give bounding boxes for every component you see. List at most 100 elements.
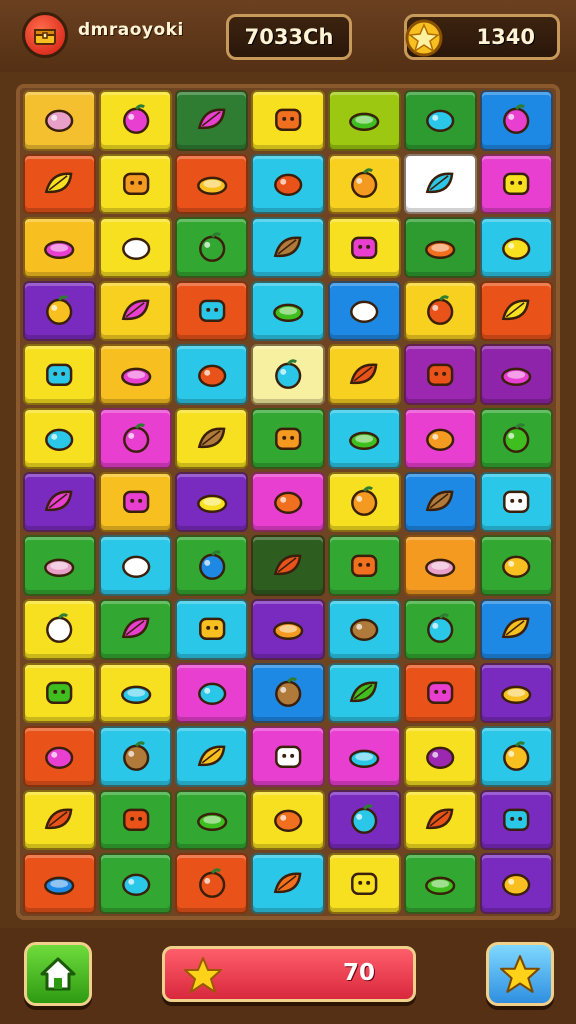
board-tile[interactable] [23, 535, 97, 596]
board-tile[interactable] [99, 789, 173, 851]
board-tile[interactable] [479, 153, 553, 215]
coin-counter[interactable]: 1340 [404, 14, 560, 60]
board-tile[interactable] [403, 598, 477, 660]
candy-piece-icon [427, 295, 454, 326]
board-tile[interactable] [175, 853, 249, 914]
board-tile[interactable] [479, 280, 553, 342]
board-tile[interactable] [479, 662, 553, 724]
board-tile[interactable] [23, 408, 97, 469]
board-tile[interactable] [23, 90, 97, 151]
board-tile[interactable] [251, 344, 325, 406]
board-tile[interactable] [23, 217, 97, 278]
board-tile[interactable] [479, 344, 553, 406]
board-tile[interactable] [99, 153, 173, 215]
board-tile[interactable] [251, 408, 325, 469]
board-tile[interactable] [327, 280, 401, 342]
board-tile[interactable] [99, 280, 173, 342]
board-tile[interactable] [403, 662, 477, 724]
board-tile[interactable] [327, 535, 401, 596]
board-tile[interactable] [327, 471, 401, 533]
board-tile[interactable] [479, 90, 553, 151]
board-tile[interactable] [175, 344, 249, 406]
board-tile[interactable] [327, 408, 401, 469]
board-tile[interactable] [403, 853, 477, 914]
board-tile[interactable] [23, 153, 97, 215]
board-tile[interactable] [479, 598, 553, 660]
board-tile[interactable] [175, 662, 249, 724]
board-tile[interactable] [23, 662, 97, 724]
board-tile[interactable] [99, 535, 173, 596]
board-tile[interactable] [479, 408, 553, 469]
board-tile[interactable] [479, 217, 553, 278]
board-tile[interactable] [23, 726, 97, 787]
board-tile[interactable] [479, 853, 553, 914]
candy-piece-icon [196, 176, 227, 196]
board-tile[interactable] [251, 280, 325, 342]
board-tile[interactable] [403, 726, 477, 787]
board-tile[interactable] [327, 90, 401, 151]
board-tile[interactable] [251, 90, 325, 151]
home-button[interactable] [24, 942, 92, 1006]
board-tile[interactable] [403, 535, 477, 596]
board-tile[interactable] [175, 280, 249, 342]
board-tile[interactable] [251, 662, 325, 724]
board-tile[interactable] [403, 280, 477, 342]
board-tile[interactable] [99, 662, 173, 724]
board-tile[interactable] [251, 789, 325, 851]
board-tile[interactable] [251, 153, 325, 215]
board-tile[interactable] [403, 90, 477, 151]
board-tile[interactable] [479, 726, 553, 787]
board-tile[interactable] [327, 598, 401, 660]
board-tile[interactable] [327, 153, 401, 215]
board-tile[interactable] [23, 344, 97, 406]
board-tile[interactable] [99, 853, 173, 914]
board-tile[interactable] [99, 598, 173, 660]
board-tile[interactable] [175, 217, 249, 278]
board-tile[interactable] [99, 408, 173, 469]
board-tile[interactable] [251, 726, 325, 787]
board-tile[interactable] [175, 598, 249, 660]
board-tile[interactable] [479, 535, 553, 596]
board-tile[interactable] [251, 535, 325, 596]
board-tile[interactable] [479, 789, 553, 851]
board-tile[interactable] [403, 153, 477, 215]
board-tile[interactable] [175, 789, 249, 851]
candy-piece-icon [44, 240, 75, 259]
board-tile[interactable] [327, 344, 401, 406]
candy-piece-icon [349, 749, 380, 768]
board-tile[interactable] [327, 853, 401, 914]
board-tile[interactable] [403, 344, 477, 406]
candy-piece-icon [426, 746, 455, 769]
board-tile[interactable] [251, 471, 325, 533]
board-tile[interactable] [23, 471, 97, 533]
board-tile[interactable] [23, 789, 97, 851]
profile-avatar[interactable] [22, 12, 68, 58]
board-tile[interactable] [99, 344, 173, 406]
board-tile[interactable] [403, 471, 477, 533]
board-tile[interactable] [175, 726, 249, 787]
board-tile[interactable] [403, 789, 477, 851]
board-tile[interactable] [251, 853, 325, 914]
board-tile[interactable] [327, 662, 401, 724]
board-tile[interactable] [99, 471, 173, 533]
board-tile[interactable] [327, 726, 401, 787]
board-tile[interactable] [23, 598, 97, 660]
board-tile[interactable] [175, 90, 249, 151]
bonus-star-button[interactable] [486, 942, 554, 1006]
board-tile[interactable] [403, 408, 477, 469]
board-tile[interactable] [251, 598, 325, 660]
board-tile[interactable] [99, 90, 173, 151]
board-tile[interactable] [23, 853, 97, 914]
board-tile[interactable] [99, 726, 173, 787]
board-tile[interactable] [175, 471, 249, 533]
board-tile[interactable] [327, 789, 401, 851]
board-tile[interactable] [175, 408, 249, 469]
board-tile[interactable] [479, 471, 553, 533]
board-tile[interactable] [175, 535, 249, 596]
board-tile[interactable] [251, 217, 325, 278]
board-tile[interactable] [327, 217, 401, 278]
board-tile[interactable] [99, 217, 173, 278]
board-tile[interactable] [403, 217, 477, 278]
board-tile[interactable] [175, 153, 249, 215]
board-tile[interactable] [23, 280, 97, 342]
